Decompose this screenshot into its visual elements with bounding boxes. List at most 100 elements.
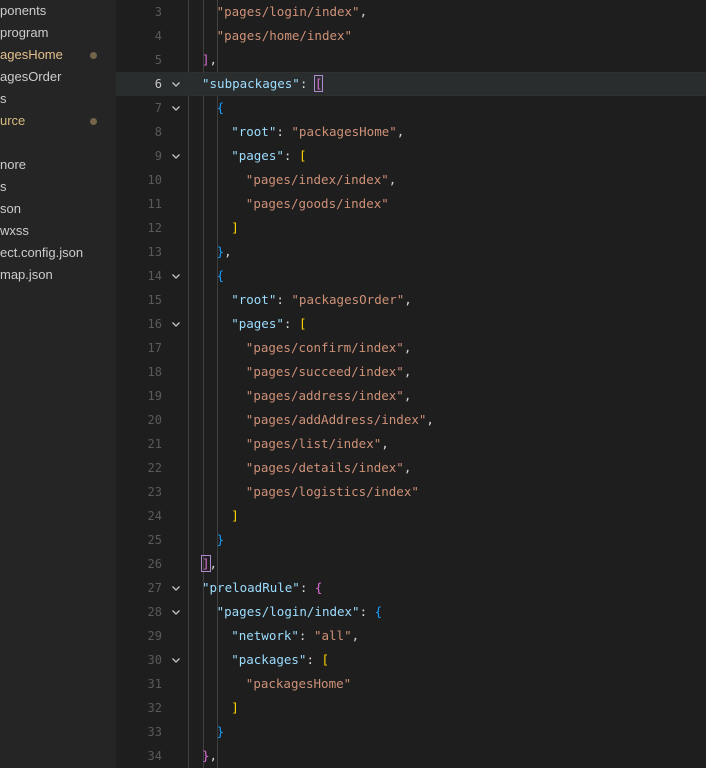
json-punctuation: : [299, 580, 315, 595]
code-line[interactable]: 12] [116, 216, 706, 240]
json-punctuation: [ [298, 316, 307, 331]
line-number: 11 [147, 197, 162, 211]
explorer-item-label: son [0, 201, 21, 216]
json-string: "pages/addAddress/index" [245, 412, 427, 427]
json-punctuation: : [306, 652, 322, 667]
line-number: 19 [147, 389, 162, 403]
fold-chevron-icon[interactable] [170, 654, 182, 666]
code-line[interactable]: 33} [116, 720, 706, 744]
json-string: "pages/index/index" [245, 172, 389, 187]
explorer-item[interactable]: ponents [0, 0, 116, 22]
code-line[interactable]: 21 "pages/list/index", [116, 432, 706, 456]
code-line[interactable]: 30 "packages": [ [116, 648, 706, 672]
fold-chevron-icon[interactable] [170, 582, 182, 594]
code-line[interactable]: 15 "root": "packagesOrder", [116, 288, 706, 312]
explorer-item[interactable]: son [0, 198, 116, 220]
line-number: 29 [147, 629, 162, 643]
fold-chevron-icon[interactable] [170, 78, 182, 90]
json-punctuation: ] [202, 52, 210, 67]
code-line[interactable]: 16 "pages": [ [116, 312, 706, 336]
fold-chevron-icon[interactable] [170, 606, 182, 618]
code-text: "pages/logistics/index" [246, 480, 419, 504]
modified-dot-icon [90, 52, 97, 59]
code-line[interactable]: 9 "pages": [ [116, 144, 706, 168]
code-line[interactable]: 28 "pages/login/index": { [116, 600, 706, 624]
code-text: ] [231, 504, 239, 528]
json-string: "packagesHome" [291, 124, 397, 139]
code-line[interactable]: 3 "pages/login/index", [116, 0, 706, 24]
line-number: 20 [147, 413, 162, 427]
code-line[interactable]: 26], [116, 552, 706, 576]
json-punctuation: } [216, 244, 225, 259]
code-line[interactable]: 25} [116, 528, 706, 552]
fold-chevron-icon[interactable] [170, 270, 182, 282]
json-punctuation: { [314, 580, 323, 595]
fold-chevron-icon[interactable] [170, 150, 182, 162]
json-punctuation: { [374, 604, 383, 619]
json-string: "pages/logistics/index" [245, 484, 419, 499]
json-key: "network" [231, 628, 299, 643]
json-string: "packagesHome" [245, 676, 352, 691]
code-line[interactable]: 13}, [116, 240, 706, 264]
code-line[interactable]: 17 "pages/confirm/index", [116, 336, 706, 360]
code-line[interactable]: 29 "network": "all", [116, 624, 706, 648]
code-line[interactable]: 18 "pages/succeed/index", [116, 360, 706, 384]
code-text: "network": "all", [231, 624, 359, 648]
code-line[interactable]: 10 "pages/index/index", [116, 168, 706, 192]
json-string: "pages/login/index" [216, 4, 360, 19]
explorer-item[interactable]: agesHome [0, 44, 116, 66]
code-text: "pages": [ [231, 144, 306, 168]
line-number: 4 [154, 29, 162, 43]
code-text: "pages/goods/index" [246, 192, 389, 216]
json-key: "pages/login/index" [216, 604, 360, 619]
code-line[interactable]: 19 "pages/address/index", [116, 384, 706, 408]
code-line[interactable]: 14 { [116, 264, 706, 288]
code-text: "root": "packagesHome", [231, 120, 404, 144]
code-line[interactable]: 7{ [116, 96, 706, 120]
code-line[interactable]: 5], [116, 48, 706, 72]
code-line[interactable]: 11 "pages/goods/index" [116, 192, 706, 216]
explorer-item[interactable]: ect.config.json [0, 242, 116, 264]
code-line[interactable]: 27 "preloadRule": { [116, 576, 706, 600]
explorer-item[interactable]: program [0, 22, 116, 44]
explorer-item[interactable] [0, 132, 116, 154]
line-number: 6 [154, 77, 162, 91]
json-punctuation: , [381, 436, 389, 451]
code-line[interactable]: 31 "packagesHome" [116, 672, 706, 696]
explorer-item[interactable]: agesOrder [0, 66, 116, 88]
json-key: "pages" [231, 148, 284, 163]
explorer-item-label: agesHome [0, 47, 63, 62]
json-key: "pages" [231, 316, 284, 331]
line-number: 8 [154, 125, 162, 139]
modified-dot-icon [90, 118, 97, 125]
line-number: 18 [147, 365, 162, 379]
line-number: 25 [147, 533, 162, 547]
json-string: "pages/home/index" [216, 28, 353, 43]
json-punctuation: ] [231, 700, 239, 715]
explorer-item-label: s [0, 91, 7, 106]
code-line[interactable]: 6 "subpackages": [ [116, 72, 706, 96]
code-line[interactable]: 22 "pages/details/index", [116, 456, 706, 480]
code-line[interactable]: 4 "pages/home/index" [116, 24, 706, 48]
explorer-item[interactable]: s [0, 176, 116, 198]
explorer-item[interactable]: map.json [0, 264, 116, 286]
code-line[interactable]: 8 "root": "packagesHome", [116, 120, 706, 144]
explorer-item[interactable]: wxss [0, 220, 116, 242]
fold-chevron-icon[interactable] [170, 102, 182, 114]
explorer-item-label: wxss [0, 223, 29, 238]
code-line[interactable]: 34}, [116, 744, 706, 768]
code-line[interactable]: 32] [116, 696, 706, 720]
explorer-item[interactable]: urce [0, 110, 116, 132]
code-line[interactable]: 24] [116, 504, 706, 528]
code-editor[interactable]: 3 "pages/login/index", 4 "pages/home/index"… [116, 0, 706, 768]
code-line[interactable]: 20 "pages/addAddress/index", [116, 408, 706, 432]
explorer-item[interactable]: s [0, 88, 116, 110]
vscode-window: ponents program agesHome agesOrder s urce nore… [0, 0, 706, 768]
code-line[interactable]: 23 "pages/logistics/index" [116, 480, 706, 504]
json-key: "packages" [231, 652, 307, 667]
line-number: 15 [147, 293, 162, 307]
explorer-item[interactable]: nore [0, 154, 116, 176]
explorer-sidebar[interactable]: ponents program agesHome agesOrder s urce nore… [0, 0, 116, 768]
fold-chevron-icon[interactable] [170, 318, 182, 330]
json-string: "all" [313, 628, 352, 643]
